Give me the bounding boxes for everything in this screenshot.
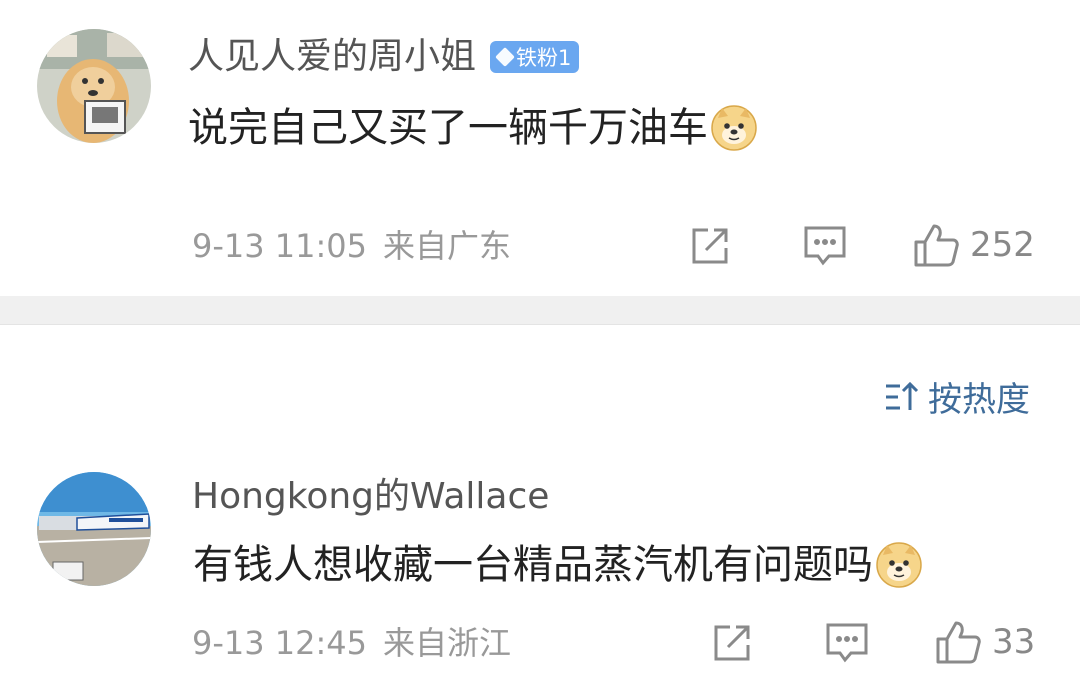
comment-date: 9-13 11:05 [192, 227, 368, 265]
fan-badge[interactable]: 铁粉1 [490, 41, 580, 73]
badge-label: 铁粉1 [516, 46, 572, 70]
like-icon [936, 621, 981, 664]
username[interactable]: 人见人爱的周小姐 [188, 37, 476, 77]
doge-emoji-icon [875, 541, 923, 589]
comment-icon [826, 623, 868, 663]
diamond-icon [495, 47, 515, 67]
comment-date: 9-13 12:45 [192, 624, 368, 662]
comment-icon [804, 226, 846, 266]
comment-header: 人见人爱的周小姐 铁粉1 [188, 37, 580, 77]
share-icon [714, 625, 750, 661]
avatar[interactable] [37, 29, 151, 143]
comment-text: 有钱人想收藏一台精品蒸汽机有问题吗 [193, 542, 873, 588]
comment-meta: 9-13 12:45 来自浙江 [192, 625, 511, 661]
comment-text: 说完自己又买了一辆千万油车 [188, 105, 708, 151]
share-button[interactable] [688, 224, 732, 268]
comment-button[interactable] [824, 621, 870, 665]
comment-location: 来自广东 [383, 227, 512, 265]
like-button[interactable]: 33 [934, 619, 1035, 665]
sort-icon [886, 381, 919, 410]
like-count: 33 [992, 622, 1036, 662]
comment-meta: 9-13 11:05 来自广东 [192, 228, 511, 264]
sort-label: 按热度 [928, 380, 1030, 420]
comment-text-row: 说完自己又买了一辆千万油车 [188, 104, 758, 152]
like-icon [914, 224, 959, 267]
comment-text-row: 有钱人想收藏一台精品蒸汽机有问题吗 [193, 541, 923, 589]
doge-emoji-icon [710, 104, 758, 152]
share-button[interactable] [710, 621, 754, 665]
username[interactable]: Hongkong的Wallace [192, 477, 549, 517]
share-icon [692, 228, 728, 264]
like-count: 252 [970, 225, 1035, 265]
like-button[interactable]: 252 [912, 222, 1035, 268]
section-divider [0, 296, 1080, 325]
avatar[interactable] [37, 472, 151, 586]
comment-location: 来自浙江 [383, 624, 512, 662]
comment-button[interactable] [802, 224, 848, 268]
sort-toggle[interactable]: 按热度 [884, 372, 1030, 421]
